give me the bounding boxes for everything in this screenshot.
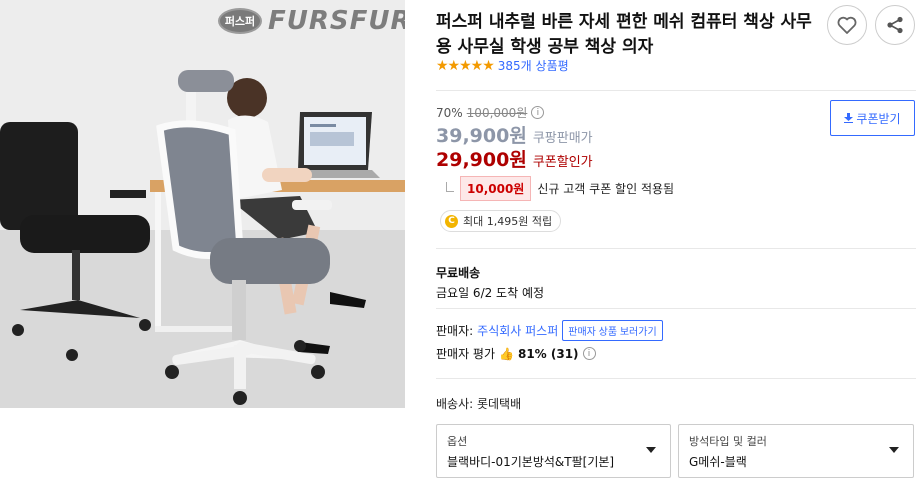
sale-price: 39,900원 — [436, 125, 527, 147]
coupon-price-row: 29,900원 쿠폰할인가 — [436, 145, 593, 172]
seller-rating-label: 판매자 평가 — [436, 347, 496, 361]
share-button[interactable] — [875, 5, 915, 45]
coupon-price-label: 쿠폰할인가 — [532, 155, 593, 170]
option-label: 방석타입 및 컬러 — [689, 435, 767, 448]
reward-text: 최대 1,495원 적립 — [463, 215, 553, 228]
arrival-date: 금요일 6/2 도착 예정 — [436, 286, 545, 300]
seller-products-button[interactable]: 판매자 상품 보러가기 — [562, 320, 663, 341]
shipping-label: 무료배송 — [436, 266, 481, 280]
coupon-amount-badge: 10,000원 — [460, 176, 532, 201]
seller-label: 판매자: — [436, 324, 474, 338]
discount-row: 70% 100,000원 i — [436, 104, 545, 121]
tree-connector — [446, 181, 454, 192]
sale-price-row: 39,900원 쿠팡판매가 — [436, 121, 593, 148]
original-price: 100,000원 — [466, 106, 528, 120]
wishlist-button[interactable] — [827, 5, 867, 45]
thumbs-up-icon: 👍 — [499, 346, 514, 361]
get-coupon-label: 쿠폰받기 — [856, 111, 901, 126]
option-value: G메쉬-블랙 — [689, 455, 747, 469]
coupon-applied-text: 신규 고객 쿠폰 할인 적용됨 — [537, 182, 675, 196]
product-image[interactable]: 퍼스퍼 FURSFUR — [0, 0, 405, 408]
share-icon — [887, 16, 903, 34]
brand-seal: 퍼스퍼 — [218, 8, 262, 34]
sale-price-label: 쿠팡판매가 — [532, 131, 593, 146]
office-chair-photo — [0, 0, 405, 408]
brand-logo: 퍼스퍼 FURSFUR — [218, 6, 405, 36]
divider — [436, 378, 916, 379]
review-count-link[interactable]: 385개 상품평 — [498, 57, 569, 74]
seller-row: 판매자: 주식회사 퍼스퍼 판매자 상품 보러가기 — [436, 320, 663, 341]
download-icon — [844, 113, 854, 123]
chevron-down-icon — [889, 447, 899, 453]
discount-rate: 70% — [436, 105, 463, 120]
heart-icon — [837, 16, 857, 34]
rating-row: ★★★★★ 385개 상품평 — [436, 57, 569, 74]
seller-rating-row: 판매자 평가 👍 81% (31) i — [436, 345, 596, 362]
product-title: 퍼스퍼 내추럴 바른 자세 편한 메쉬 컴퓨터 책상 사무용 사무실 학생 공부… — [436, 12, 812, 57]
option-select-body[interactable]: 옵션 블랙바디-01기본방석&T팔[기본] — [436, 424, 671, 478]
courier-info: 배송사: 롯데택배 — [436, 397, 522, 411]
option-label: 옵션 — [447, 435, 468, 448]
get-coupon-button[interactable]: 쿠폰받기 — [830, 100, 915, 136]
seller-name-link[interactable]: 주식회사 퍼스퍼 — [477, 322, 558, 339]
coupon-price: 29,900원 — [436, 149, 527, 171]
brand-wordmark: FURSFUR — [268, 6, 405, 36]
divider — [436, 308, 916, 309]
product-info-panel: 퍼스퍼 내추럴 바른 자세 편한 메쉬 컴퓨터 책상 사무용 사무실 학생 공부… — [436, 0, 923, 486]
info-icon[interactable]: i — [582, 347, 596, 360]
coin-icon: C — [445, 214, 458, 228]
reward-chip: C 최대 1,495원 적립 — [440, 210, 562, 232]
divider — [436, 90, 916, 91]
rating-stars: ★★★★★ — [436, 57, 495, 74]
option-value: 블랙바디-01기본방석&T팔[기본] — [447, 455, 615, 469]
chevron-down-icon — [646, 447, 656, 453]
info-icon[interactable]: i — [531, 106, 545, 119]
divider — [436, 248, 916, 249]
seller-rating-value: 81% (31) — [517, 346, 579, 361]
option-select-cushion[interactable]: 방석타입 및 컬러 G메쉬-블랙 — [678, 424, 914, 478]
coupon-detail: 10,000원 신규 고객 쿠폰 할인 적용됨 — [446, 176, 674, 201]
